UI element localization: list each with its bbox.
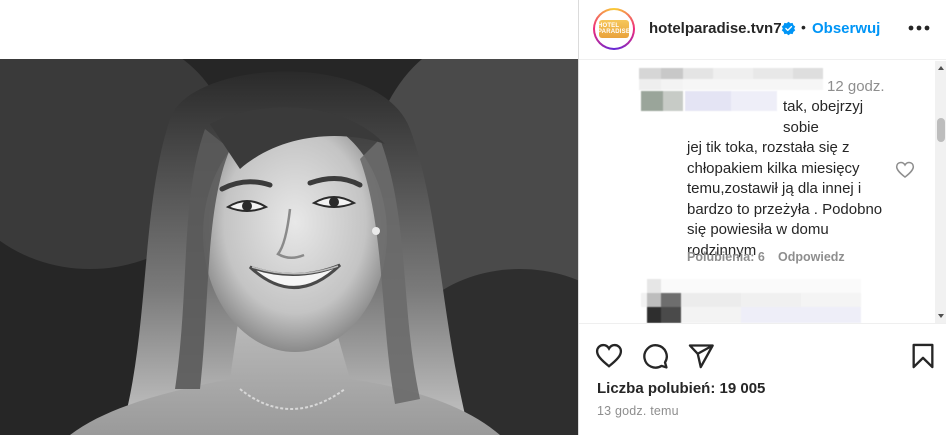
censored-username-block (639, 68, 823, 90)
scroll-down-arrow-icon[interactable] (938, 314, 944, 318)
post-photo[interactable] (0, 59, 578, 435)
account-avatar[interactable]: HOTEL PARADISE (593, 8, 635, 50)
comment-like-icon[interactable] (895, 160, 915, 180)
censored-next-comment-block (641, 279, 861, 323)
comment-reply-button[interactable]: Odpowiedz (778, 250, 845, 264)
bookmark-icon[interactable] (909, 342, 937, 370)
comment-text-first-line: tak, obejrzyj sobie (783, 98, 864, 136)
scroll-up-arrow-icon[interactable] (938, 66, 944, 70)
send-icon[interactable] (687, 342, 715, 370)
avatar-logo-text: HOTEL PARADISE (598, 20, 630, 38)
heart-icon[interactable] (595, 342, 623, 370)
portrait-image (0, 59, 578, 435)
more-horizontal-icon (908, 25, 930, 31)
comment-text: tak, obejrzyj sobie jej tik toka, rozsta… (687, 97, 891, 261)
comment-likes-count[interactable]: Polubienia: 6 (687, 250, 765, 264)
post-media-pane (0, 0, 578, 435)
censored-avatar-block (641, 91, 683, 111)
scrollbar-thumb[interactable] (937, 118, 945, 142)
likes-count[interactable]: Liczba polubień: 19 005 (597, 380, 765, 397)
comment-icon[interactable] (641, 342, 669, 370)
post-header: HOTEL PARADISE hotelparadise.tvn7 • Obse… (579, 0, 946, 60)
comments-scrollbar[interactable] (935, 61, 946, 323)
more-options-button[interactable] (905, 14, 933, 42)
post-timestamp[interactable]: 13 godz. temu (597, 404, 679, 418)
post-actions-bar: Liczba polubień: 19 005 13 godz. temu (579, 323, 946, 435)
comment-timestamp[interactable]: 12 godz. (827, 78, 885, 95)
account-username[interactable]: hotelparadise.tvn7 (649, 20, 782, 37)
comments-list[interactable]: 12 godz. tak, obejrzyj sobie jej tik tok… (579, 61, 935, 323)
header-separator: • (801, 19, 806, 35)
post-sidebar: HOTEL PARADISE hotelparadise.tvn7 • Obse… (578, 0, 946, 435)
follow-button[interactable]: Obserwuj (812, 20, 880, 37)
verified-badge-icon (781, 21, 796, 36)
comment-text-body: jej tik toka, rozstała się z chłopakiem … (687, 139, 883, 259)
